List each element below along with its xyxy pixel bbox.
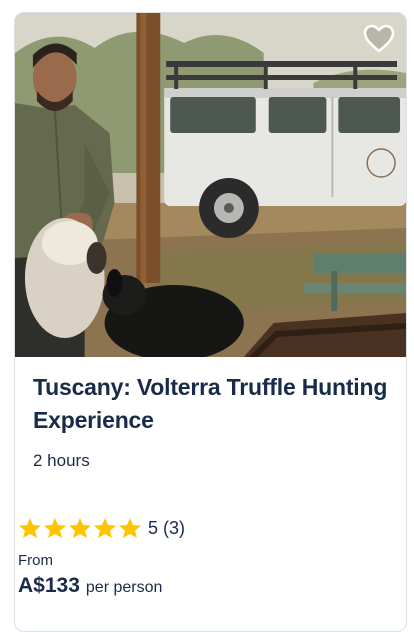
price-amount: A$133 xyxy=(18,574,80,597)
wishlist-button[interactable] xyxy=(362,23,396,55)
activity-image xyxy=(15,13,406,357)
star-icon xyxy=(69,518,91,538)
star-icon xyxy=(44,518,66,538)
rating-value: 5 xyxy=(148,517,159,538)
rating-row: 5 (3) xyxy=(18,517,185,539)
price-unit: per person xyxy=(85,579,163,596)
price-row: A$133 per person xyxy=(18,574,162,598)
star-icon xyxy=(94,518,116,538)
star-icon xyxy=(119,518,141,538)
rating-score: 5 (3) xyxy=(148,518,185,539)
rating-stars xyxy=(18,517,142,539)
review-count: (3) xyxy=(163,517,186,538)
heart-outline-icon xyxy=(363,24,395,53)
price-from-label: From xyxy=(18,552,53,569)
activity-card[interactable]: Tuscany: Volterra Truffle Hunting Experi… xyxy=(14,12,407,632)
activity-photo[interactable] xyxy=(15,13,406,357)
star-icon xyxy=(19,518,41,538)
activity-duration: 2 hours xyxy=(33,451,90,470)
activity-title[interactable]: Tuscany: Volterra Truffle Hunting Experi… xyxy=(33,371,388,437)
